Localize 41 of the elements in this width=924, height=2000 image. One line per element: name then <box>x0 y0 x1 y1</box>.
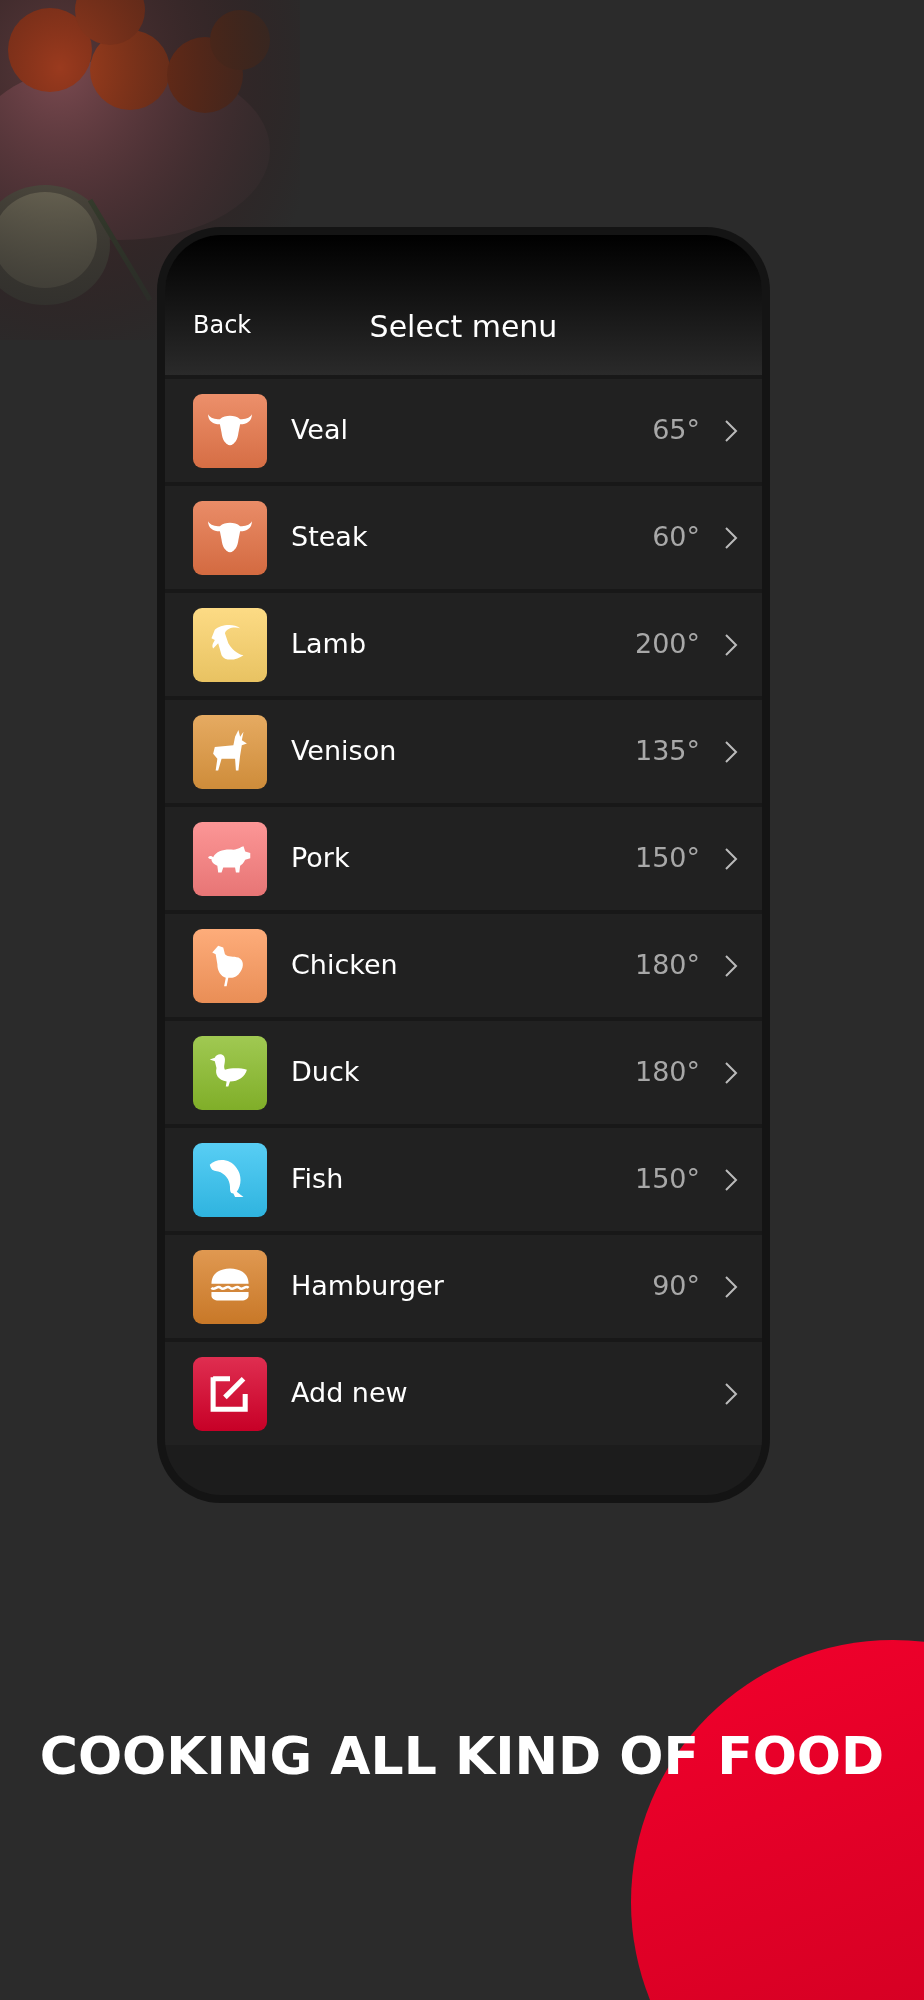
menu-item[interactable]: Chicken 180° <box>165 914 762 1017</box>
back-link[interactable]: Back <box>193 307 252 343</box>
chevron-icon <box>724 1274 738 1299</box>
menu-item[interactable]: Lamb 200° <box>165 593 762 696</box>
chevron-icon <box>724 525 738 550</box>
item-name: Chicken <box>291 948 399 983</box>
menu-item[interactable]: Add new <box>165 1342 762 1445</box>
temperature: 180° <box>634 948 700 983</box>
item-name: Steak <box>291 520 369 555</box>
temperature: 90° <box>652 1269 700 1304</box>
chevron-icon <box>724 846 738 871</box>
chevron-icon <box>724 739 738 764</box>
temperature: 150° <box>634 841 700 876</box>
item-name: Veal <box>291 413 350 448</box>
chevron-icon <box>724 632 738 657</box>
screen-title: Select menu <box>369 309 558 344</box>
chevron-icon <box>724 418 738 443</box>
item-name: Add new <box>291 1376 409 1411</box>
temperature: 135° <box>634 734 700 769</box>
temperature: 60° <box>652 520 700 555</box>
item-name: Duck <box>291 1055 361 1090</box>
chevron-icon <box>724 1060 738 1085</box>
temperature: 150° <box>634 1162 700 1197</box>
temperature: 200° <box>634 627 700 662</box>
menu-item[interactable]: Pork 150° <box>165 807 762 910</box>
temperature: 180° <box>634 1055 700 1090</box>
chevron-icon <box>724 1381 738 1406</box>
item-name: Lamb <box>291 627 368 662</box>
item-name: Pork <box>291 841 351 876</box>
menu-item[interactable]: Duck 180° <box>165 1021 762 1124</box>
menu-item[interactable]: Venison 135° <box>165 700 762 803</box>
menu-item[interactable]: Steak 60° <box>165 486 762 589</box>
chevron-icon <box>724 953 738 978</box>
menu-item[interactable]: Fish 150° <box>165 1128 762 1231</box>
chevron-icon <box>724 1167 738 1192</box>
item-name: Fish <box>291 1162 345 1197</box>
temperature: 65° <box>652 413 700 448</box>
item-name: Hamburger <box>291 1269 445 1304</box>
item-name: Venison <box>291 734 398 769</box>
menu-item[interactable]: Veal 65° <box>165 379 762 482</box>
menu-item[interactable]: Hamburger 90° <box>165 1235 762 1338</box>
